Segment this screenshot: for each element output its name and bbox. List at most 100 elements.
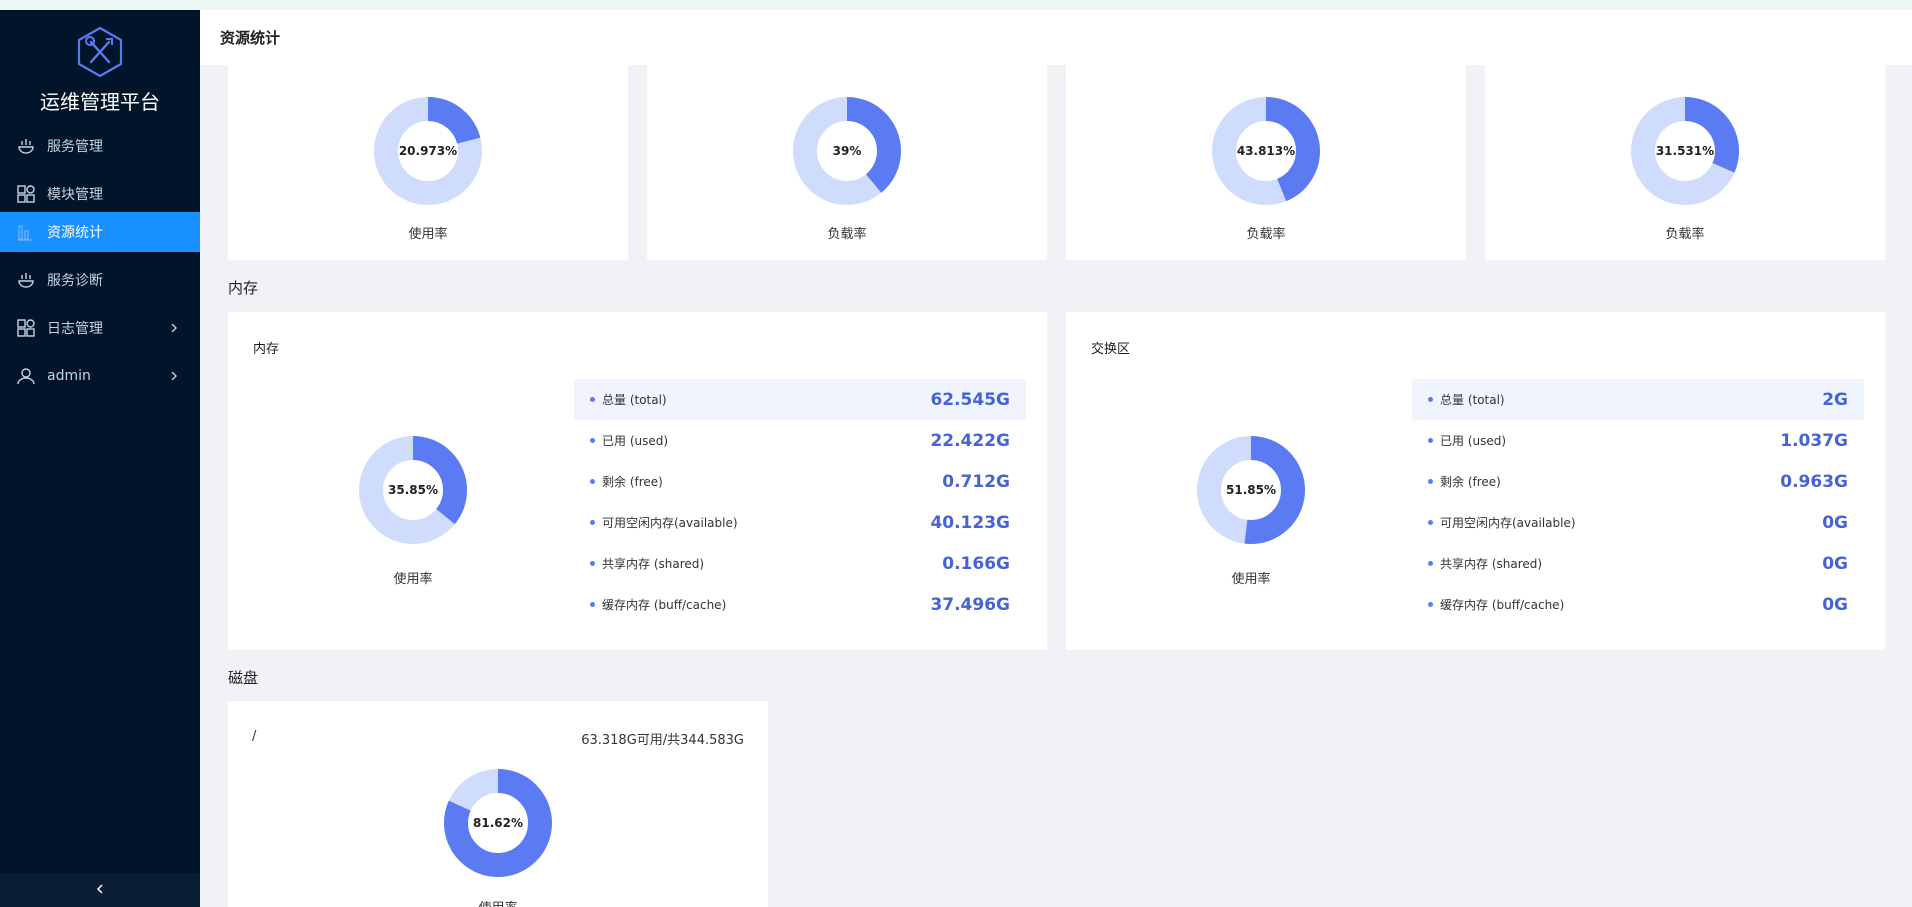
donut-percent-label: 39% [833,144,862,158]
diagnosis-icon [15,269,37,291]
chevron-right-icon [166,320,182,336]
bullet-dot-icon [1428,561,1433,566]
disk-capacity-info: 63.318G可用/共344.583G [581,733,744,748]
sidebar-item-label: 资源统计 [47,225,103,241]
stat-value: 2G [1822,389,1848,410]
disk-mount-path: / [252,729,257,744]
load-donut: 39% [793,97,901,205]
stat-row: 可用空闲内存(available) 0G [1412,502,1864,543]
bullet-dot-icon [590,602,595,607]
donut-percent-label: 20.973% [399,144,457,158]
app-title: 运维管理平台 [40,90,160,114]
donut-percent-label: 35.85% [388,483,438,497]
sidebar: 运维管理平台 服务管理 模块管理 资源统计 服务诊断 日志管理 admin [0,10,200,907]
section-title-memory: 内存 [228,279,259,297]
bullet-dot-icon [1428,438,1433,443]
disk-card: / 63.318G可用/共344.583G 81.62% 使用率 [228,701,768,907]
bullet-dot-icon [590,561,595,566]
stat-label: 剩余 (free) [1440,475,1501,489]
swap-usage-donut: 51.85% [1197,436,1305,544]
gauge-label: 负载率 [1665,227,1705,242]
top-strip [0,0,1912,10]
stat-row: 已用 (used) 1.037G [1412,420,1864,461]
sidebar-item-label: 服务诊断 [47,273,103,289]
stat-value: 0.963G [1780,471,1848,492]
stat-row: 缓存内存 (buff/cache) 0G [1412,584,1864,625]
sidebar-item-module[interactable]: 模块管理 [0,174,200,214]
load-card-1: 39% 负载率 [647,65,1047,260]
stat-value: 0G [1822,512,1848,533]
gauge-label: 使用率 [393,572,433,587]
service-icon [15,135,37,157]
stat-row: 总量 (total) 62.545G [574,379,1026,420]
stat-label: 共享内存 (shared) [1440,557,1543,571]
sidebar-collapse-button[interactable] [0,873,200,907]
gauge-label: 使用率 [228,897,768,907]
chevron-right-icon [166,368,182,384]
bar-chart-icon [15,221,37,243]
bullet-dot-icon [1428,520,1433,525]
section-title-disk: 磁盘 [228,669,259,687]
load-donut: 43.813% [1212,97,1320,205]
load-card-3: 31.531% 负载率 [1485,65,1885,260]
donut-percent-label: 31.531% [1656,144,1714,158]
gauge-label: 使用率 [408,227,448,242]
sidebar-item-diagnosis[interactable]: 服务诊断 [0,260,200,300]
sidebar-item-log[interactable]: 日志管理 [0,308,200,348]
stat-row: 可用空闲内存(available) 40.123G [574,502,1026,543]
bullet-dot-icon [590,520,595,525]
usage-donut: 20.973% [374,97,482,205]
logo-icon [76,26,124,78]
load-card-2: 43.813% 负载率 [1066,65,1466,260]
sidebar-item-resource-stats[interactable]: 资源统计 [0,212,200,252]
stat-value: 62.545G [930,389,1010,410]
stat-value: 0.712G [942,471,1010,492]
module-grid-icon [15,183,37,205]
gauge-label: 负载率 [1246,227,1286,242]
gauge-label: 负载率 [827,227,867,242]
log-grid-icon [15,317,37,339]
donut-percent-label: 43.813% [1237,144,1295,158]
donut-percent-label: 81.62% [473,816,523,830]
memory-usage-donut: 35.85% [359,436,467,544]
page-header: 资源统计 [200,10,1912,65]
sidebar-item-label: 服务管理 [47,139,103,155]
memory-card: 内存 35.85% 使用率 总量 (total) 62.545G 已用 (used)… [228,312,1047,650]
gauge-label: 使用率 [1231,572,1271,587]
cpu-usage-card: 20.973% 使用率 [228,65,628,260]
stat-label: 总量 (total) [1440,393,1505,407]
sidebar-item-label: 模块管理 [47,187,103,203]
stat-value: 40.123G [930,512,1010,533]
stat-row: 共享内存 (shared) 0G [1412,543,1864,584]
stat-row: 共享内存 (shared) 0.166G [574,543,1026,584]
stat-value: 22.422G [930,430,1010,451]
bullet-dot-icon [1428,479,1433,484]
bullet-dot-icon [1428,397,1433,402]
bullet-dot-icon [590,397,595,402]
stat-value: 37.496G [930,594,1010,615]
bullet-dot-icon [1428,602,1433,607]
stat-label: 可用空闲内存(available) [602,516,738,530]
stat-row: 已用 (used) 22.422G [574,420,1026,461]
stat-label: 可用空闲内存(available) [1440,516,1576,530]
stat-row: 总量 (total) 2G [1412,379,1864,420]
stat-label: 总量 (total) [602,393,667,407]
bullet-dot-icon [590,438,595,443]
stat-row: 剩余 (free) 0.963G [1412,461,1864,502]
stat-label: 已用 (used) [1440,434,1507,448]
stat-row: 剩余 (free) 0.712G [574,461,1026,502]
stat-value: 1.037G [1780,430,1848,451]
swap-card: 交换区 51.85% 使用率 总量 (total) 2G 已用 (used) 1.03… [1066,312,1885,650]
bullet-dot-icon [590,479,595,484]
sidebar-item-service[interactable]: 服务管理 [0,126,200,166]
page-title: 资源统计 [220,29,281,47]
donut-percent-label: 51.85% [1226,483,1276,497]
stat-row: 缓存内存 (buff/cache) 37.496G [574,584,1026,625]
stat-label: 剩余 (free) [602,475,663,489]
card-title: 交换区 [1091,342,1131,357]
disk-usage-donut: 81.62% [444,769,552,877]
sidebar-item-admin[interactable]: admin [0,356,200,396]
stat-label: 已用 (used) [602,434,669,448]
sidebar-item-label: 日志管理 [47,321,103,337]
stat-value: 0.166G [942,553,1010,574]
